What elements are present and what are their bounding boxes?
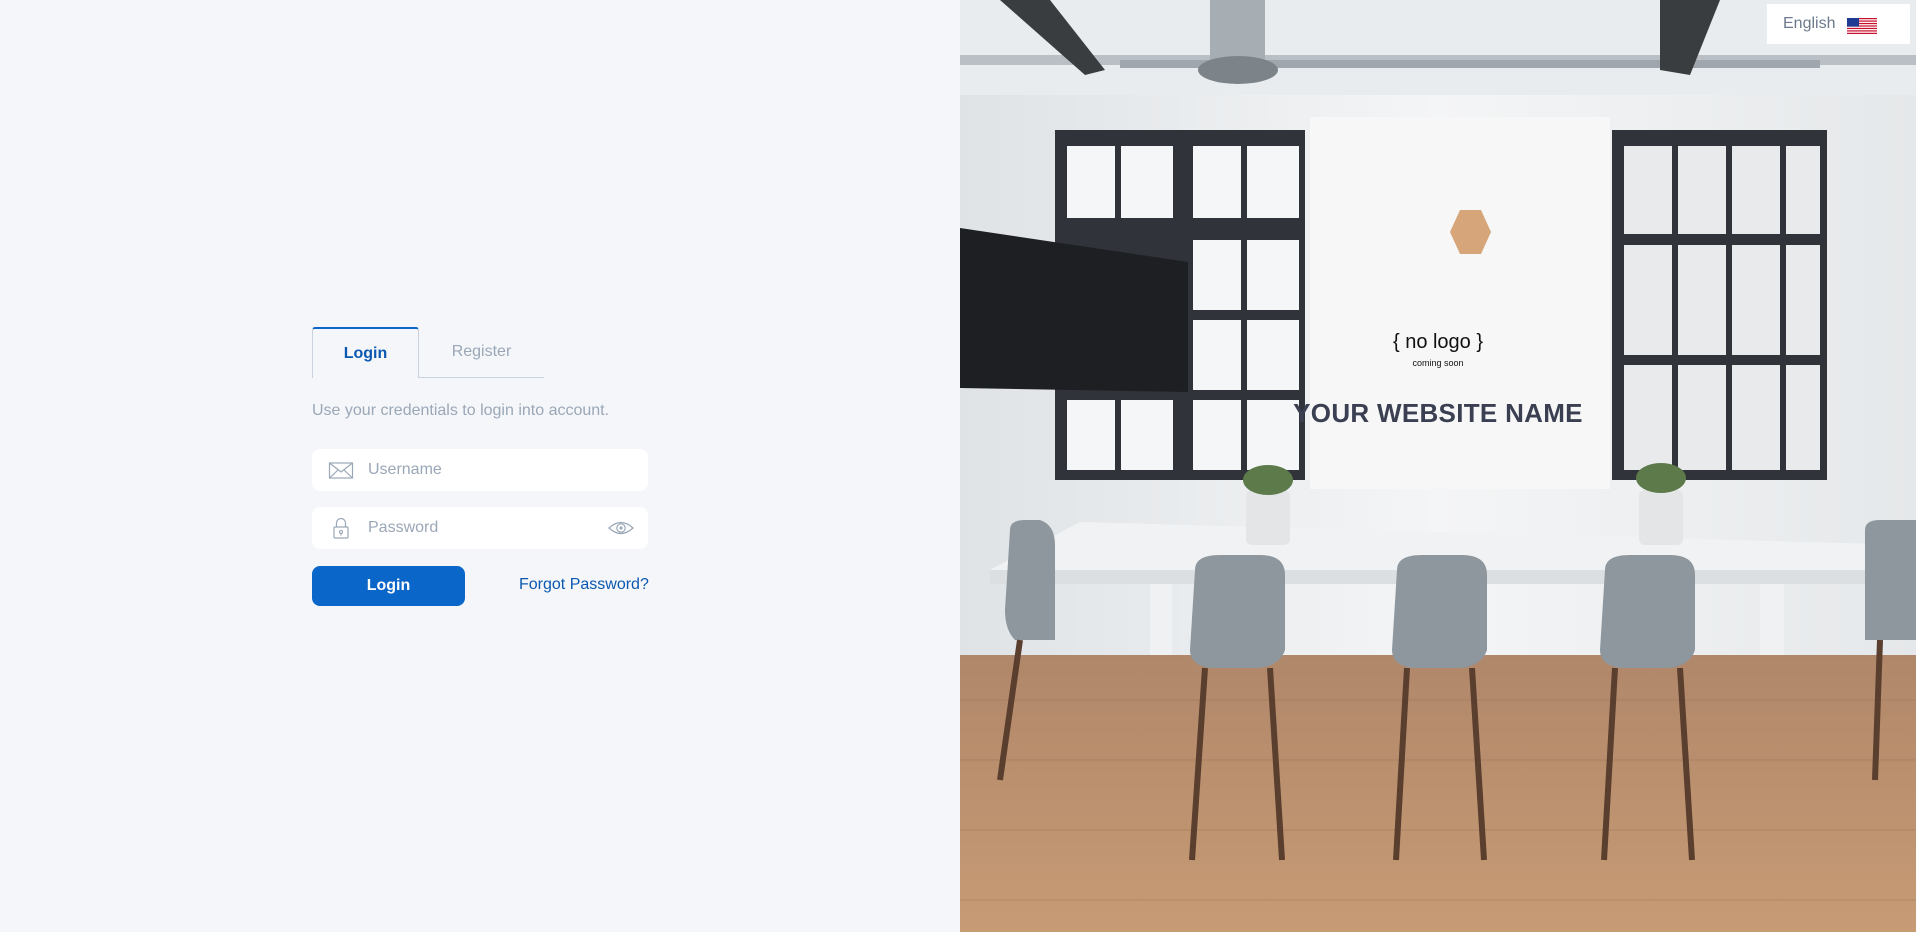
eye-icon[interactable] [608,518,634,538]
logo-subtext: coming soon [1412,358,1464,368]
login-button[interactable]: Login [312,566,465,606]
auth-tabs: Login Register [312,327,544,378]
username-input[interactable] [368,449,598,491]
hero-image-panel: { no logo } coming soon YOUR WEBSITE NAM… [960,0,1916,932]
envelope-icon [328,462,354,479]
password-field[interactable] [312,507,648,549]
logo-text: { no logo } [1392,331,1484,353]
login-panel: Login Register Use your credentials to l… [0,0,960,932]
login-subtitle: Use your credentials to login into accou… [312,402,610,419]
language-selector[interactable]: English [1767,4,1910,44]
website-name: YOUR WEBSITE NAME [1293,398,1583,428]
tab-register[interactable]: Register [419,327,544,377]
tab-login[interactable]: Login [312,327,419,378]
lock-icon [333,517,349,539]
password-input[interactable] [368,507,598,549]
username-field[interactable] [312,449,648,491]
language-label: English [1783,15,1836,32]
forgot-password-link[interactable]: Forgot Password? [519,576,649,594]
us-flag-icon [1847,18,1877,34]
office-meeting-room-image [960,0,1916,932]
